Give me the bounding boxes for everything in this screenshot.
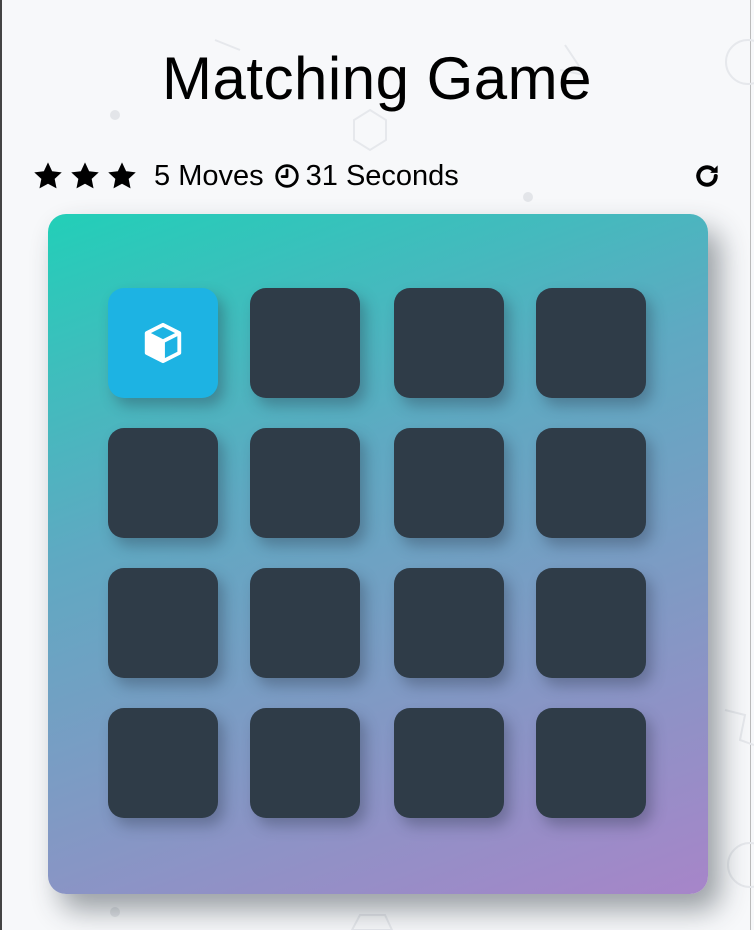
card-closed[interactable]: [394, 288, 504, 398]
moves-count: 5: [154, 159, 171, 192]
card-closed[interactable]: [250, 568, 360, 678]
card-closed[interactable]: [250, 288, 360, 398]
restart-icon: [696, 165, 718, 187]
card-closed[interactable]: [394, 708, 504, 818]
card-closed[interactable]: [108, 568, 218, 678]
card-closed[interactable]: [536, 708, 646, 818]
cube-icon: [144, 322, 182, 364]
star-icon: [34, 162, 62, 189]
restart-button[interactable]: [690, 159, 724, 193]
card-closed[interactable]: [394, 568, 504, 678]
card-deck: [48, 214, 708, 894]
star-icon: [71, 162, 99, 189]
star-rating: [32, 160, 138, 192]
star-icon: [108, 162, 136, 189]
clock-icon: [274, 164, 299, 188]
card-closed[interactable]: [250, 428, 360, 538]
card-closed[interactable]: [536, 428, 646, 538]
card-closed[interactable]: [108, 708, 218, 818]
score-panel: 5 Moves 31 Seconds: [32, 156, 724, 196]
card-closed[interactable]: [108, 428, 218, 538]
seconds-label: Seconds: [337, 159, 459, 192]
card-closed[interactable]: [536, 568, 646, 678]
card-closed[interactable]: [536, 288, 646, 398]
card-open[interactable]: [108, 288, 218, 398]
card-closed[interactable]: [394, 428, 504, 538]
moves-label: Moves: [170, 159, 264, 192]
page-title: Matching Game: [161, 45, 592, 112]
card-closed[interactable]: [250, 708, 360, 818]
seconds-count: 31: [305, 159, 338, 192]
